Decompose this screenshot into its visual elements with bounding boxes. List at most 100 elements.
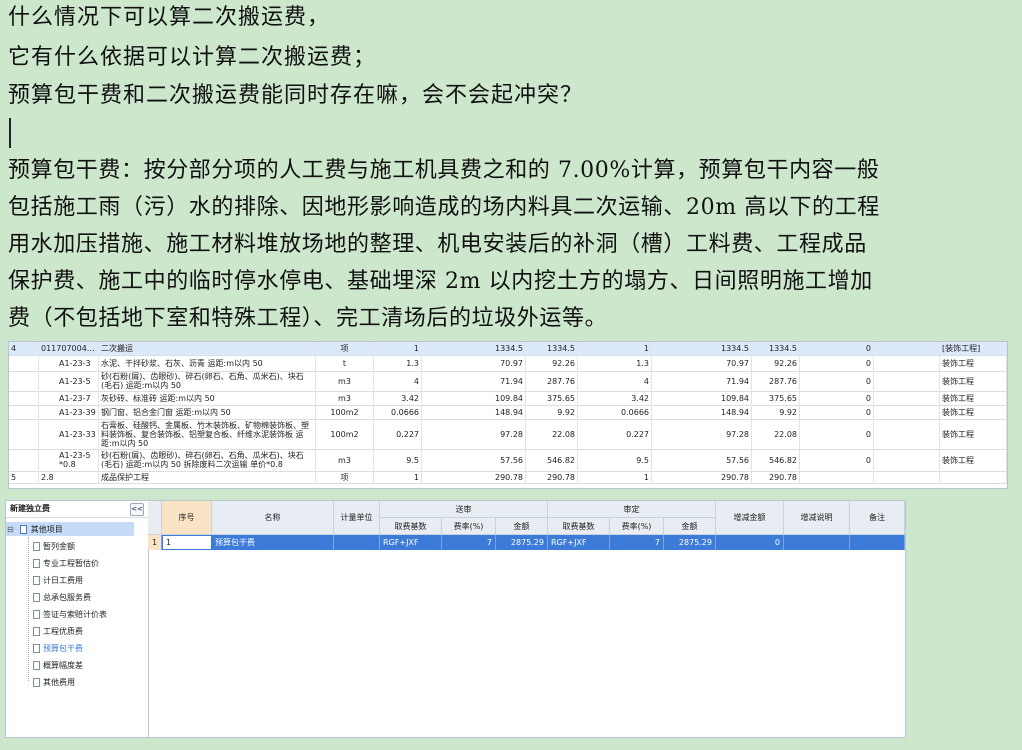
review-base-cell[interactable]: RGF+JXF: [548, 535, 610, 550]
header-submit-amount[interactable]: 金额: [496, 518, 548, 535]
grid-cell-num: [9, 419, 39, 449]
submit-rate-cell[interactable]: 7: [442, 535, 496, 550]
tree-item-estimate-margin[interactable]: 概算幅度差: [33, 658, 83, 672]
grid-cell-p1: 71.94: [422, 371, 526, 391]
grid-cell-x: [874, 419, 940, 449]
tree-item-daywork[interactable]: 计日工费用: [33, 573, 83, 587]
seq-cell-editor[interactable]: 1: [162, 535, 212, 550]
grid-cell-t1: 546.82: [526, 449, 578, 471]
grid-cell-q1: 4: [374, 371, 422, 391]
grid-cell-d: [800, 471, 874, 483]
header-submit-rate[interactable]: 费率(%): [442, 518, 496, 535]
table-row[interactable]: 1 1 预算包干费 RGF+JXF 7 2875.29 RGF+JXF 7 28…: [148, 535, 905, 550]
answer-line: 包括施工雨（污）水的排除、因地形影响造成的场内料具二次运输、20m 高以下的工程: [8, 195, 880, 220]
grid-cell-unit: 项: [316, 471, 374, 483]
tree-panel-title-text: 新建独立费: [10, 504, 50, 513]
tree-item-visa-claims[interactable]: 签证与索赔计价表: [33, 607, 107, 621]
answer-line: 用水加压措施、施工材料堆放场地的整理、机电安装后的补洞（槽）工料费、工程成品: [8, 232, 867, 257]
diff-note-cell[interactable]: [784, 535, 850, 550]
header-unit[interactable]: 计量单位: [334, 501, 380, 535]
grid-cell-q2: 0.227: [578, 419, 652, 449]
grid-cell-q2: 1: [578, 471, 652, 483]
grid-cell-q1: 1.3: [374, 355, 422, 371]
grid-cell-x: [874, 355, 940, 371]
submit-base-cell[interactable]: RGF+JXF: [380, 535, 442, 550]
header-diff-note[interactable]: 增减说明: [784, 501, 850, 535]
grid-cell-num: [9, 391, 39, 405]
grid-cell-t2: 22.08: [752, 419, 800, 449]
header-review-rate[interactable]: 费率(%): [610, 518, 664, 535]
grid-cell-spec: 装饰工程: [940, 355, 1007, 371]
unit-cell[interactable]: [334, 535, 380, 550]
header-name[interactable]: 名称: [212, 501, 334, 535]
tree-item-other-fees[interactable]: 其他费用: [33, 675, 75, 689]
grid-row[interactable]: A1-23-5 砂(石粉(屑)、齿眼砂)、碎石(卵石、石角、瓜米石)、块石(毛石)…: [9, 371, 1007, 392]
remark-cell[interactable]: [850, 535, 905, 550]
document-icon: [33, 643, 40, 653]
grid-cell-spec: [940, 471, 1007, 483]
fee-table: 序号 名称 计量单位 送审 审定 取费基数 费率(%) 金额 取费基数 费率(%…: [148, 501, 905, 737]
grid-cell-t2: 546.82: [752, 449, 800, 471]
text-caret: [9, 118, 11, 148]
grid-cell-d: 0: [800, 449, 874, 471]
diff-cell[interactable]: 0: [716, 535, 784, 550]
tree-item-quality-fee[interactable]: 工程优质费: [33, 624, 83, 638]
grid-cell-p1: 97.28: [422, 419, 526, 449]
submit-amount-cell[interactable]: 2875.29: [496, 535, 548, 550]
tree-item-budget-lump-sum[interactable]: 预算包干费: [33, 641, 83, 655]
grid-row[interactable]: A1-23-33 石膏板、硅酸钙、金属板、竹木装饰板、矿物棉装饰板、塑料装饰板、复…: [9, 419, 1007, 450]
grid-cell-unit: 100m2: [316, 419, 374, 449]
review-amount-cell[interactable]: 2875.29: [664, 535, 716, 550]
document-icon: [33, 592, 40, 602]
grid-cell-p1: 70.97: [422, 355, 526, 371]
grid-cell-d: 0: [800, 355, 874, 371]
grid-cell-code: 011707004…: [39, 342, 99, 355]
answer-line: 费（不包括地下室和特殊工程）、完工清场后的垃圾外运等。: [8, 306, 608, 331]
grid-row[interactable]: 5 2.8 成品保护工程项 1 290.78 290.78 1 290.78 290.78: [9, 471, 1007, 484]
header-submit-base[interactable]: 取费基数: [380, 518, 442, 535]
grid-row[interactable]: A1-23-3 水泥、干拌砂浆、石灰、沥青 运距:m以内 50 t 1.3 70.97 9…: [9, 355, 1007, 372]
collapse-button[interactable]: <<: [130, 503, 144, 516]
grid-cell-q1: 1: [374, 471, 422, 483]
header-review-base[interactable]: 取费基数: [548, 518, 610, 535]
row-number[interactable]: 1: [148, 535, 162, 550]
question-line-2: 它有什么依据可以计算二次搬运费；: [8, 45, 377, 70]
header-review-amount[interactable]: 金额: [664, 518, 716, 535]
grid-cell-p1: 1334.5: [422, 342, 526, 355]
header-seq[interactable]: 序号: [162, 501, 212, 535]
tree-root-other-items[interactable]: ⊟ 其他项目: [6, 522, 134, 536]
grid-cell-code: A1-23-33: [39, 419, 99, 449]
header-remark[interactable]: 备注: [850, 501, 905, 535]
grid-row[interactable]: 4 011707004… 二次搬运项 1 1334.5 1334.5 1 1334.5 1334…: [9, 342, 1007, 356]
grid-row[interactable]: A1-23-39 钢门窗、铝合金门窗 运距:m以内 50 100m2 0.0666 14…: [9, 405, 1007, 420]
grid-cell-x: [874, 471, 940, 483]
grid-cell-name: 砂(石粉(屑)、齿眼砂)、碎石(卵石、石角、瓜米石)、块石(毛石) 运距:m以内…: [99, 371, 316, 391]
tree-item-contractor-service[interactable]: 总承包服务费: [33, 590, 91, 604]
grid-cell-num: [9, 355, 39, 371]
tree-item-professional-estimate[interactable]: 专业工程暂估价: [33, 556, 99, 570]
grid-row[interactable]: A1-23-5 *0.8 砂(石粉(屑)、齿眼砂)、碎石(卵石、石角、瓜米石)、块…: [9, 449, 1007, 472]
document-icon: [33, 660, 40, 670]
tree-item-label: 工程优质费: [43, 626, 83, 636]
grid-cell-q2: 4: [578, 371, 652, 391]
tree-item-label: 总承包服务费: [43, 592, 91, 602]
grid-cell-t1: 22.08: [526, 419, 578, 449]
grid-cell-t2: 287.76: [752, 371, 800, 391]
grid-cell-unit: t: [316, 355, 374, 371]
header-corner: [148, 501, 162, 535]
grid-cell-code: A1-23-7: [39, 391, 99, 405]
tree-item-provisional-sum[interactable]: 暂列金额: [33, 539, 75, 553]
grid-cell-t1: 290.78: [526, 471, 578, 483]
header-diff[interactable]: 增减金额: [716, 501, 784, 535]
grid-cell-num: [9, 371, 39, 391]
review-rate-cell[interactable]: 7: [610, 535, 664, 550]
grid-cell-q1: 3.42: [374, 391, 422, 405]
tree-expand-icon[interactable]: ⊟: [7, 525, 14, 534]
tree-item-label: 专业工程暂估价: [43, 558, 99, 568]
grid-cell-spec: 装饰工程: [940, 419, 1007, 449]
tree-panel-title: 新建独立费 <<: [6, 501, 148, 518]
grid-cell-p2: 97.28: [652, 419, 752, 449]
grid-row[interactable]: A1-23-7 灰砂砖、标准砖 运距:m以内 50 m3 3.42 109.84 375.…: [9, 391, 1007, 406]
header-review-group: 审定: [548, 501, 716, 518]
name-cell[interactable]: 预算包干费: [212, 535, 334, 550]
